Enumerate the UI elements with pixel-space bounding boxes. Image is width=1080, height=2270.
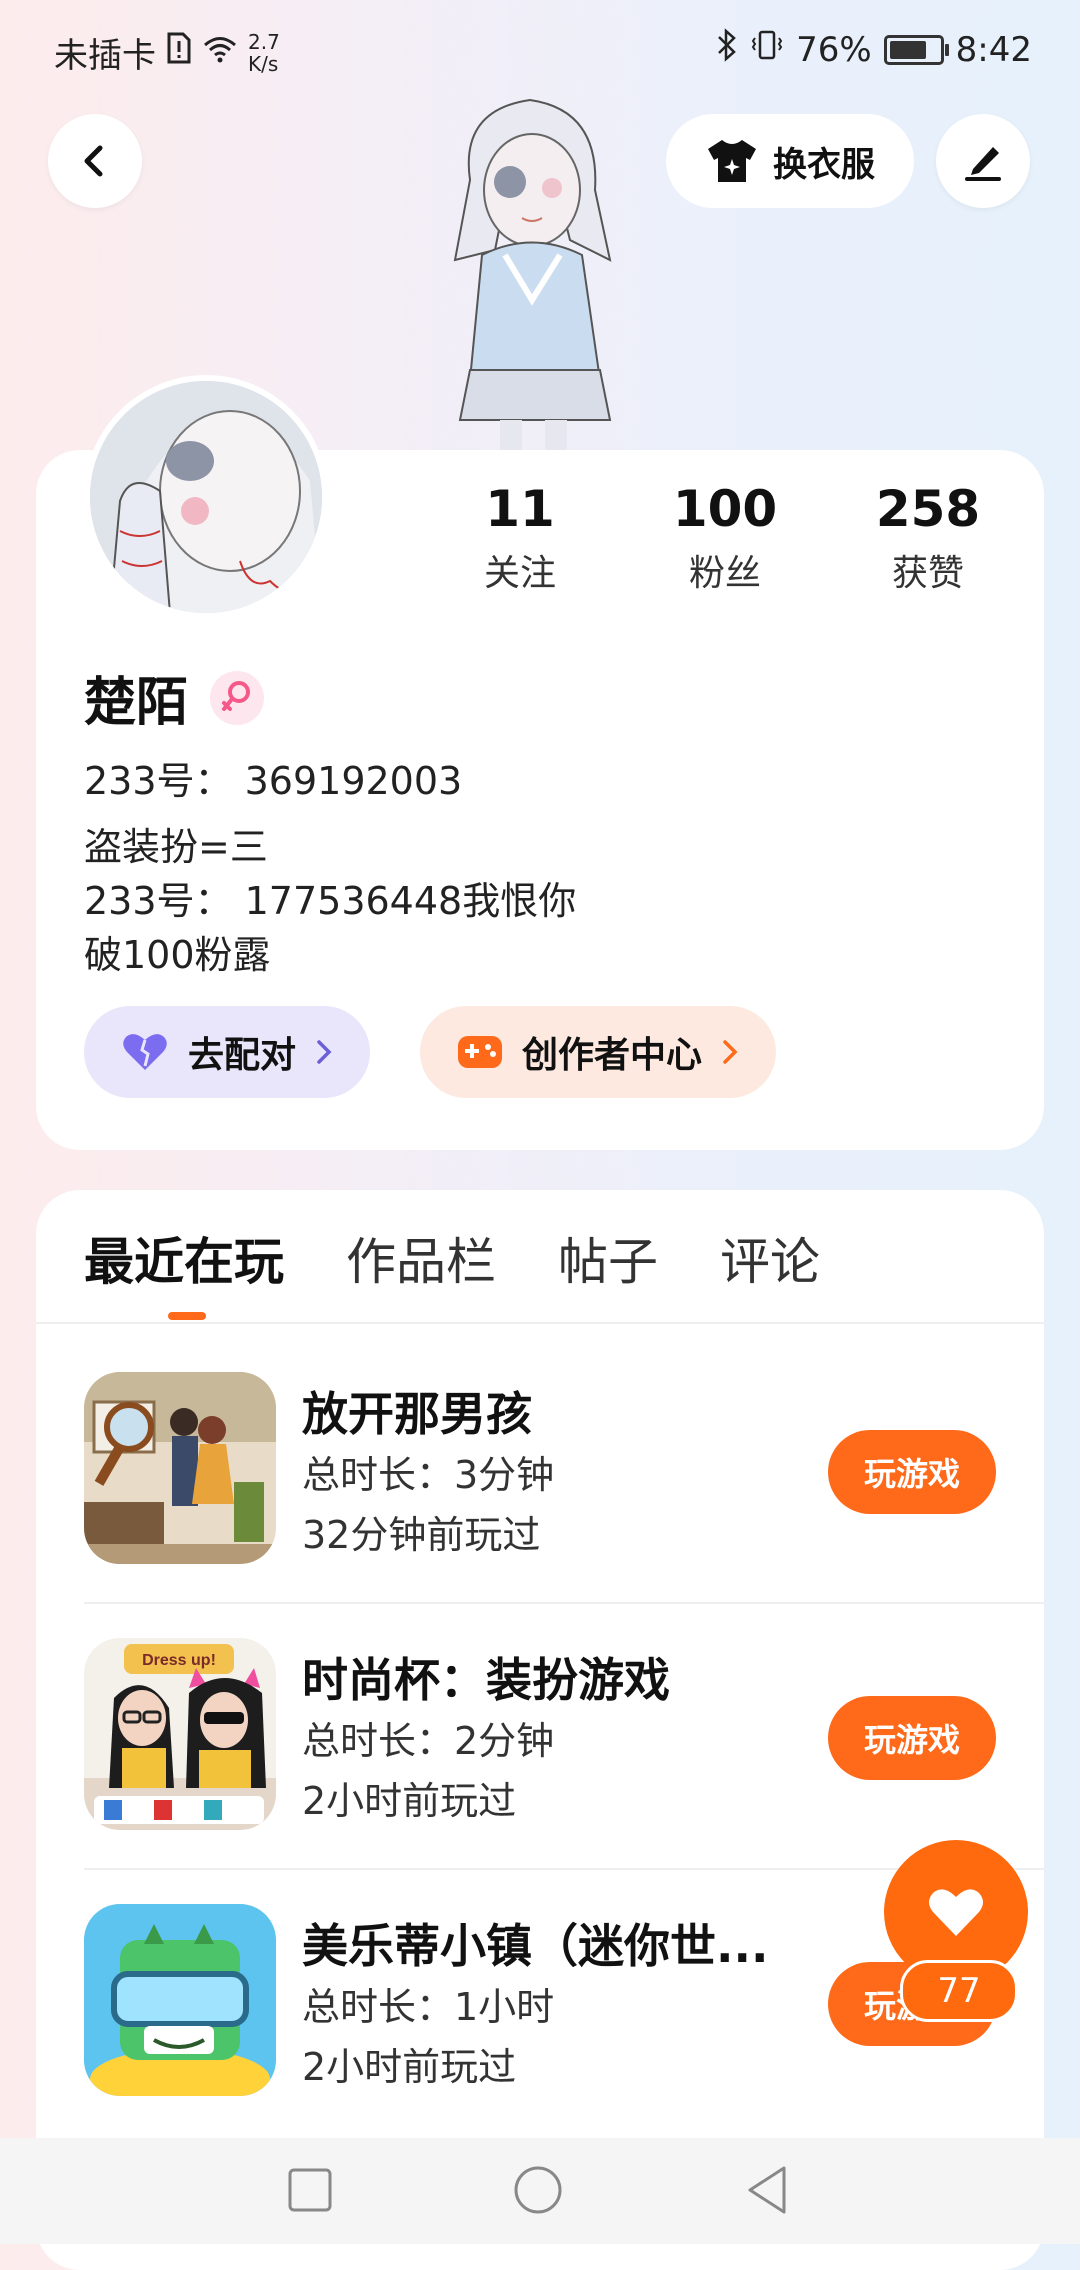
status-left: 未插卡 2.7 K/s [54,28,280,77]
back-button[interactable] [48,114,142,208]
carrier-text: 未插卡 [54,36,156,76]
game-icon[interactable] [84,1904,276,2096]
heart-icon [929,1889,983,1936]
bio-line: 233号： 177536448我恨你 [84,879,577,923]
bio: 盗装扮=三 233号： 177536448我恨你 破100粉露 [84,820,576,982]
gamepad-icon [458,1036,502,1068]
followers-count: 100 [672,480,778,538]
game-row[interactable]: 放开那男孩 总时长：3分钟 32分钟前玩过 玩游戏 [84,1340,1044,1604]
play-game-button[interactable]: 玩游戏 [828,1696,996,1780]
match-label: 去配对 [188,1035,297,1076]
speed-value: 2.7 [248,29,280,54]
chevron-left-icon [84,145,103,177]
status-right: 76% 8:42 [716,28,1032,71]
edit-button[interactable] [936,114,1030,208]
bluetooth-icon [716,28,738,71]
recent-apps-icon[interactable] [286,2166,334,2214]
divider [36,1322,1044,1324]
home-icon[interactable] [512,2164,564,2216]
game-title: 放开那男孩 [302,1387,532,1441]
likes-count: 258 [875,480,981,538]
tab-posts[interactable]: 帖子 [558,1222,658,1294]
profile-tabs: 最近在玩 作品栏 帖子 评论 [84,1222,820,1294]
bio-line: 盗装扮=三 [84,825,268,869]
back-nav-icon[interactable] [744,2164,790,2216]
game-icon[interactable] [84,1372,276,1564]
battery-icon [883,34,949,65]
speed-unit: K/s [248,51,279,76]
game-duration: 总时长：1小时 [302,1985,555,2029]
tab-recently-played[interactable]: 最近在玩 [84,1222,284,1294]
change-outfit-button[interactable]: 换衣服 [666,114,914,208]
dress-up-text: Dress up! [142,1652,216,1669]
sim-alert-icon [166,32,192,73]
divider [84,1602,1044,1604]
pencil-icon [965,147,1001,181]
like-count-badge: 77 [900,1960,1018,2022]
female-icon [210,670,265,725]
match-button[interactable]: 去配对 [84,1006,371,1098]
play-game-button[interactable]: 玩游戏 [828,1430,996,1514]
user-id: 233号： 369192003 [84,759,463,803]
game-title: 时尚杯：装扮游戏 [302,1653,670,1707]
creator-center-label: 创作者中心 [522,1035,703,1076]
vibrate-icon [750,28,784,71]
stat-likes[interactable]: 258 获赞 [848,480,1008,596]
tab-works[interactable]: 作品栏 [346,1222,496,1294]
game-row[interactable]: Dress up! 时尚杯：装扮游戏 总时长：2分钟 2小时前玩过 玩游戏 [84,1606,1044,1870]
game-last-played: 32分钟前玩过 [302,1513,541,1557]
avatar[interactable] [84,375,328,619]
game-last-played: 2小时前玩过 [302,1779,517,1823]
status-bar: 未插卡 2.7 K/s 76% 8:42 [0,0,1080,100]
game-last-played: 2小时前玩过 [302,2045,517,2089]
tab-indicator [168,1312,206,1320]
wifi-icon [202,33,238,73]
character-figure[interactable] [410,90,660,450]
stat-followers[interactable]: 100 粉丝 [645,480,805,596]
clock: 8:42 [955,29,1032,70]
tab-comments[interactable]: 评论 [720,1222,820,1294]
following-label: 关注 [483,553,556,594]
network-speed: 2.7 K/s [248,31,280,75]
game-icon[interactable]: Dress up! [84,1638,276,1830]
stat-following[interactable]: 11 关注 [440,480,600,596]
game-duration: 总时长：2分钟 [302,1719,555,1763]
creator-center-button[interactable]: 创作者中心 [420,1006,777,1098]
followers-label: 粉丝 [688,553,761,594]
change-outfit-label: 换衣服 [773,144,875,185]
battery-fill [889,40,926,59]
chevron-right-icon [317,1040,332,1064]
game-duration: 总时长：3分钟 [302,1453,555,1497]
bio-line: 破100粉露 [84,933,271,977]
battery-percent: 76% [796,29,872,70]
chevron-right-icon [723,1040,738,1064]
heart-icon [123,1034,167,1070]
game-title: 美乐蒂小镇（迷你世... [302,1919,769,1973]
system-nav-bar [0,2138,1080,2244]
username: 楚陌 [84,673,189,733]
tshirt-icon [708,140,756,182]
profile-name-row: 楚陌 [84,660,265,735]
likes-label: 获赞 [891,553,964,594]
following-count: 11 [485,480,555,538]
